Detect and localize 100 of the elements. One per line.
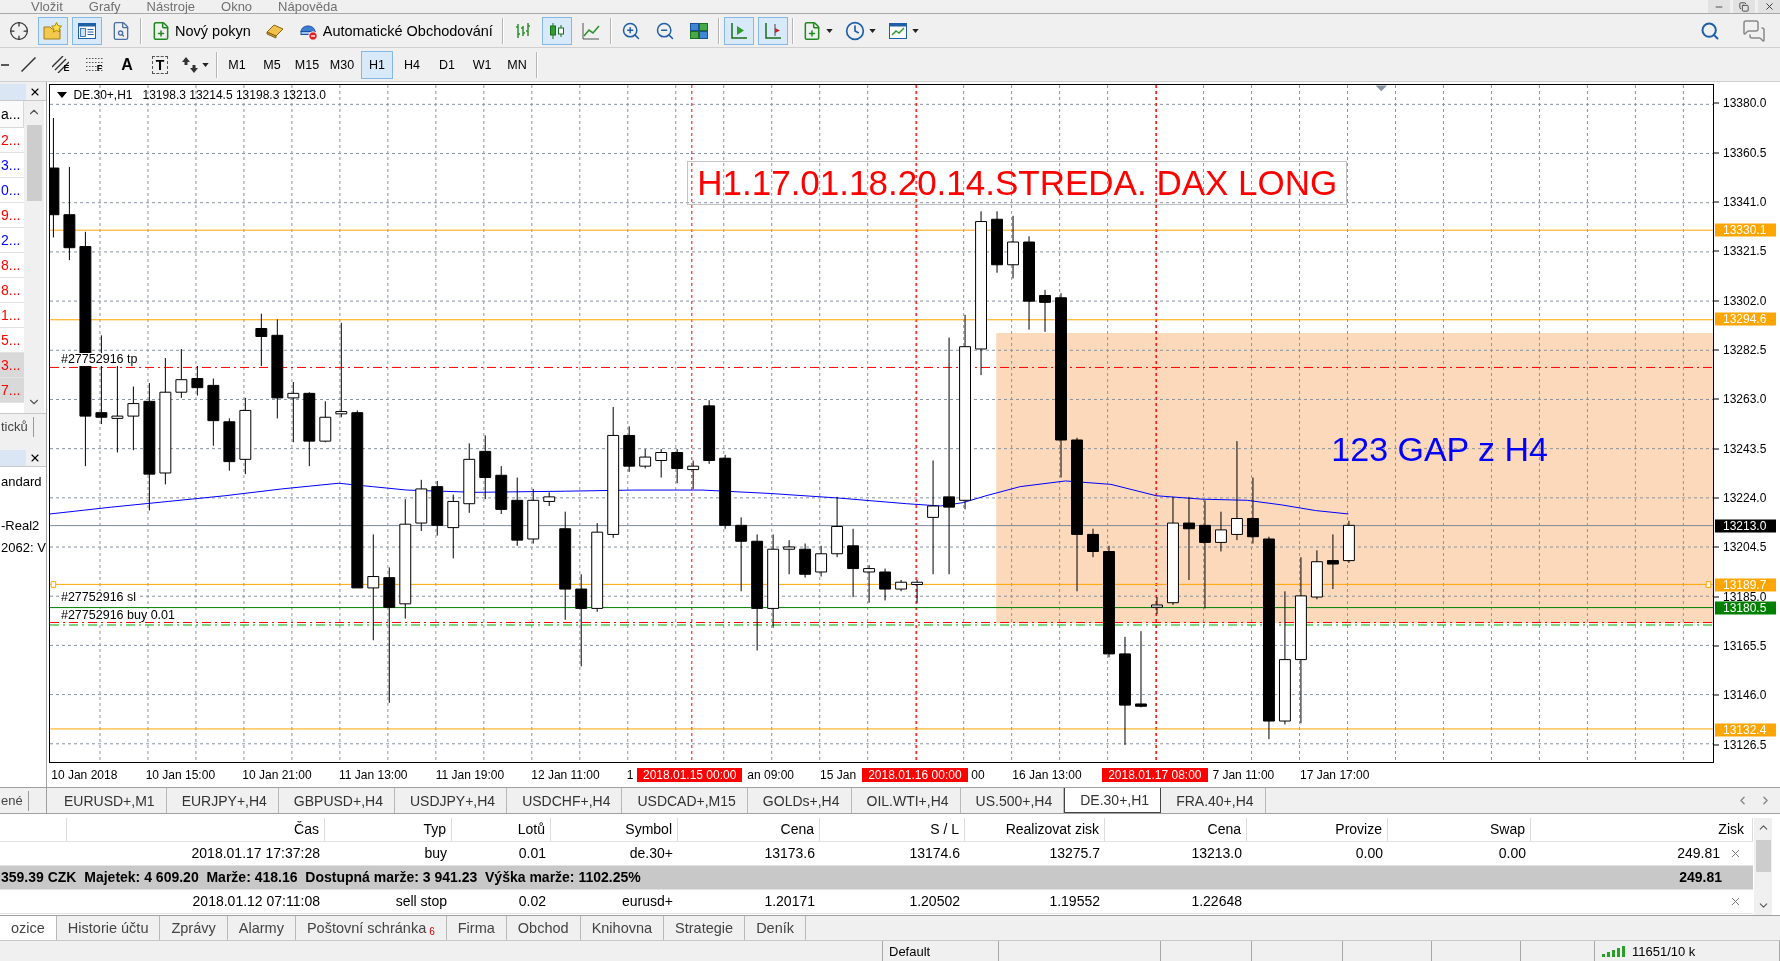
minimize-button[interactable] [1708,0,1730,13]
time-label: 12 Jan 11:00 [531,768,600,782]
document-plus-icon [151,20,171,41]
chart-note[interactable]: 123 GAP z H4 [1331,429,1549,468]
stop-loss-line[interactable] [50,621,1713,623]
table-cell-text: 1.22648 [1190,892,1243,911]
table-cell-text: sell stop [394,892,448,911]
time-label: 1 [626,768,634,782]
table-cell-text: 13213.0 [1190,844,1243,863]
menu-item[interactable]: Nápověda [278,0,338,13]
time-label: 17 Jan 17:00 [1300,768,1370,782]
chart-shift-marker-icon[interactable] [1375,85,1387,92]
menu-item[interactable]: Okno [221,0,253,13]
time-label: 00 [971,768,985,782]
column-header[interactable]: Lotů [452,818,551,841]
close-icon[interactable] [1729,895,1742,908]
scrollbar[interactable] [1754,818,1772,915]
table-cell-text: 0.00 [1354,844,1384,863]
terminal-tab[interactable]: ozice [0,916,57,940]
menu-item[interactable]: Vložit [31,0,63,13]
table-cell-text: 0.00 [1497,844,1527,863]
panel-tab[interactable]: ticků [0,417,34,437]
navigator-button[interactable] [72,16,102,45]
period-button[interactable]: MN [501,50,533,79]
scrollbar[interactable] [24,101,44,413]
navigator-item[interactable]: andard [0,471,46,493]
price-label: 13243.5 [1714,443,1767,455]
close-button[interactable] [1758,0,1780,13]
bid-price-line[interactable] [50,525,1713,527]
chart-title-label[interactable]: H1.17.01.18.20.14.STREDA. DAX LONG [687,161,1348,206]
fibonacci-tool[interactable]: F [79,50,109,79]
scroll-thumb[interactable] [26,125,42,201]
price-label: 13360.5 [1714,147,1767,159]
search-icon[interactable] [1700,20,1720,41]
restore-icon [1739,1,1749,12]
table-cell-text: eurusd+ [621,892,674,911]
chart-area[interactable]: DE.30+,H1 13198.3 13214.5 13198.3 13213.0 H1.17.01.18.20.14.STREDA. DAX LONG 123 GAP z H4 #27752916 tp #27752916 sl #27752916 buy 0.01 [49,84,1714,763]
horizontal-line[interactable] [50,607,1713,609]
take-profit-line[interactable] [50,366,1713,368]
zoom-out-icon [654,20,675,41]
period-button[interactable]: H1 [361,50,393,79]
caret-icon [825,28,833,33]
table-cell-text: de.30+ [628,844,674,863]
time-label: an 09:00 [747,768,794,782]
price-label: 13321.5 [1714,245,1767,257]
column-header[interactable]: Typ [325,818,452,841]
column-header[interactable]: Provize [1247,818,1388,841]
time-label: 10 Jan 21:00 [242,768,312,782]
panel-tab[interactable]: ené [0,790,29,811]
channel-tool[interactable]: E [46,50,76,79]
dotted-lines-icon [85,58,103,71]
text-label-tool[interactable]: T [145,50,175,79]
column-header[interactable]: a... [0,101,24,128]
column-header[interactable]: Realizovat zisk [965,818,1105,841]
column-header[interactable]: Zisk [1531,818,1753,841]
autotrading-button[interactable]: Automatické Obchodování [293,16,498,45]
new-order-button[interactable]: Nový pokyn [146,16,256,45]
close-icon[interactable] [1729,847,1742,860]
menu-item[interactable]: Nástroje [146,0,195,13]
period-button[interactable]: M1 [221,50,253,79]
period-button[interactable]: M5 [256,50,288,79]
period-button[interactable]: W1 [466,50,498,79]
restore-button[interactable] [1733,0,1755,13]
order-label: #27752916 buy 0.01 [59,608,176,622]
table-cell-text: 1.20171 [763,892,816,911]
caret-icon [202,62,209,67]
price-label: 13380.0 [1714,97,1767,109]
period-button[interactable]: M30 [326,50,358,79]
navigator-item[interactable]: 2062: V [0,537,46,559]
price-tag: 13132.4 [1715,723,1776,737]
chart-tab[interactable]: DE.30+,H1 [1064,788,1162,813]
autoscroll-button[interactable] [723,16,754,45]
zoom-in-icon [620,20,641,41]
period-button[interactable]: M15 [291,50,323,79]
close-icon [1763,1,1775,12]
order-entry-line[interactable] [50,624,1713,626]
column-header[interactable]: Cena [678,818,820,841]
text-tool[interactable]: A [112,50,142,79]
chart-shift-button[interactable] [757,16,788,45]
time-label: 10 Jan 15:00 [145,768,216,782]
table-cell-text: 1.20502 [908,892,961,911]
chat-icon[interactable] [1742,18,1766,43]
column-header[interactable]: Čas [67,818,325,841]
period-button[interactable]: D1 [431,50,463,79]
column-header[interactable]: Cena [1105,818,1247,841]
column-header[interactable]: S / L [820,818,965,841]
scroll-thumb[interactable] [1755,840,1771,872]
period-button[interactable]: H4 [396,50,428,79]
price-label: 13224.0 [1714,492,1767,504]
time-label: 7 Jan 11:00 [1212,768,1275,782]
date-marker: 2018.01.16 00:00 [862,768,968,782]
column-header[interactable]: Swap [1388,818,1531,841]
navigator-item[interactable]: -Real2 [0,515,46,537]
candlestick-button[interactable] [541,16,572,45]
clock-icon [844,20,865,41]
crosshair-icon [9,20,29,41]
menu-item[interactable]: Grafy [88,0,121,13]
price-tag: 13330.1 [1715,223,1776,237]
dropdown-triangle-icon[interactable] [57,91,68,98]
column-header[interactable]: Symbol [551,818,678,841]
